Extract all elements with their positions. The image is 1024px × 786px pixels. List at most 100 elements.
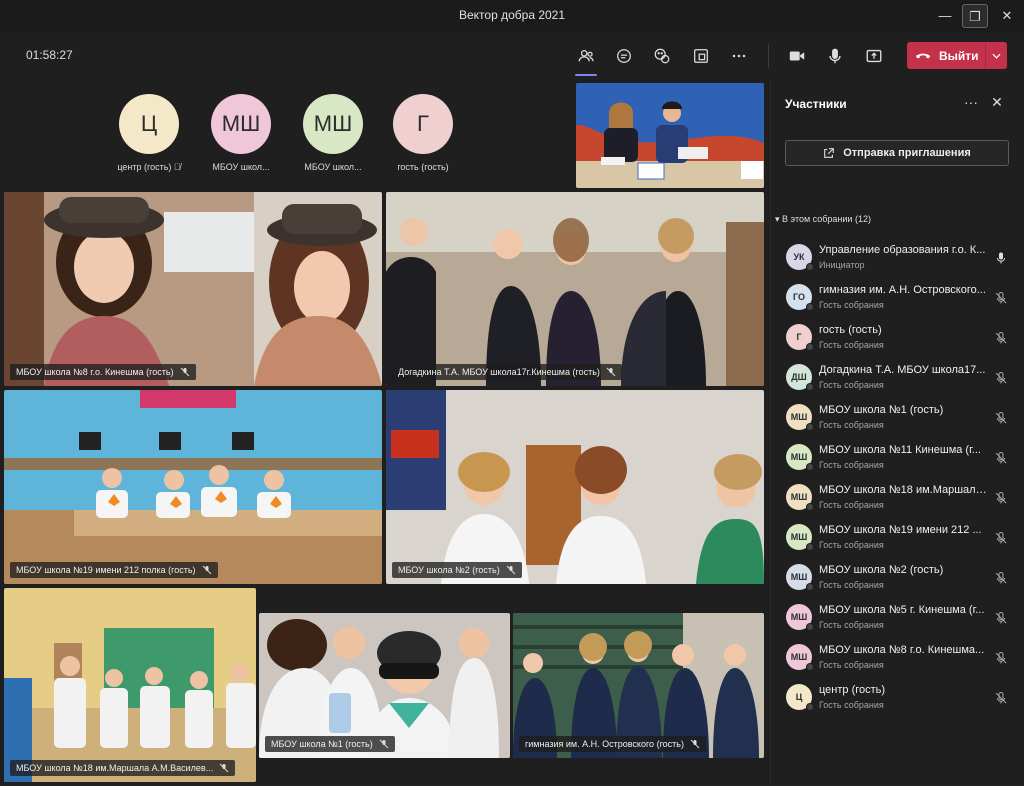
share-invite-button[interactable]: Отправка приглашения — [785, 140, 1009, 166]
meeting-timer: 01:58:27 — [26, 48, 73, 62]
caret-down-icon: ▾ — [775, 214, 780, 224]
toolbar-divider — [768, 44, 769, 68]
participant-role: Гость собрания — [819, 500, 884, 510]
minimize-icon[interactable]: — — [932, 4, 958, 28]
participant-role: Гость собрания — [819, 700, 884, 710]
video-feed — [386, 390, 764, 584]
leave-button[interactable]: Выйти — [907, 42, 1007, 69]
mic-off-icon[interactable] — [995, 371, 1007, 384]
video-tile[interactable]: Догадкина Т.А. МБОУ школа17г.Кинешма (го… — [386, 192, 764, 386]
microphone-icon[interactable] — [995, 251, 1007, 264]
spotlight-video-tile[interactable] — [576, 83, 764, 188]
mic-off-icon[interactable] — [995, 531, 1007, 544]
invite-label: Отправка приглашения — [843, 147, 971, 159]
participant-row[interactable]: МШ МБОУ школа №18 им.Маршала... Гость собр… — [771, 478, 1024, 518]
participant-name: МБОУ школа №2 (гость) — [819, 564, 944, 576]
avatar-tile[interactable]: МШ МБОУ школ... — [196, 94, 286, 172]
participant-row[interactable]: Ццентр (гость) Гость собрания — [771, 678, 1024, 718]
mic-off-icon — [180, 367, 189, 377]
mic-off-icon[interactable] — [995, 331, 1007, 344]
avatar-tile[interactable]: МШ МБОУ школ... — [288, 94, 378, 172]
avatar-tile[interactable]: Г гость (гость) — [378, 94, 468, 172]
reactions-icon[interactable] — [649, 44, 675, 68]
participant-row[interactable]: МШ МБОУ школа №19 имени 212 ... Гость собр… — [771, 518, 1024, 558]
participant-row[interactable]: МШ МБОУ школа №8 г.о. Кинешма... Гость соб… — [771, 638, 1024, 678]
participant-role: Гость собрания — [819, 380, 884, 390]
video-tile[interactable]: гимназия им. А.Н. Островского (гость) — [513, 613, 764, 758]
more-actions-icon[interactable] — [726, 44, 752, 68]
participant-name: МБОУ школа №11 Кинешма (г... — [819, 444, 981, 456]
section-header[interactable]: ▾ В этом собрании (12) — [775, 214, 871, 225]
participant-role: Гость собрания — [819, 580, 884, 590]
mic-off-icon — [219, 763, 229, 773]
participant-row[interactable]: МШ МБОУ школа №1 (гость) Гость собрания — [771, 398, 1024, 438]
participant-role: Инициатор — [819, 260, 865, 270]
participant-role: Гость собрания — [819, 460, 884, 470]
avatar: Ц — [119, 94, 179, 154]
participants-panel: Участники ··· ✕ Отправка приглашения ▾ В… — [770, 80, 1024, 786]
close-window-icon[interactable]: ✕ — [994, 4, 1020, 28]
mic-off-icon[interactable] — [995, 571, 1007, 584]
presence-indicator — [806, 383, 814, 391]
microphone-icon[interactable] — [822, 44, 848, 68]
chat-icon[interactable] — [611, 44, 637, 68]
video-tile[interactable]: МБОУ школа №18 им.Маршала А.М.Василев... — [4, 588, 256, 782]
tile-label: МБОУ школа №18 им.Маршала А.М.Василев... — [16, 763, 214, 773]
tile-label: Догадкина Т.А. МБОУ школа17г.Кинешма (го… — [398, 367, 600, 377]
participants-icon[interactable] — [573, 44, 599, 76]
presence-indicator — [806, 623, 814, 631]
video-tile[interactable]: МБОУ школа №1 (гость) — [259, 613, 510, 758]
participant-row[interactable]: МШ МБОУ школа №5 г. Кинешма (г... Гость со… — [771, 598, 1024, 638]
mic-off-icon[interactable] — [995, 691, 1007, 704]
participant-row[interactable]: Ггость (гость) Гость собрания — [771, 318, 1024, 358]
camera-icon[interactable] — [784, 44, 810, 68]
participant-row[interactable]: МШ МБОУ школа №11 Кинешма (г... Гость собр… — [771, 438, 1024, 478]
mic-off-icon[interactable] — [995, 651, 1007, 664]
participant-name: МБОУ школа №1 (гость) — [819, 404, 944, 416]
avatar: Г — [393, 94, 453, 154]
participant-row[interactable]: ДШ Догадкина Т.А. МБОУ школа17... Гость со… — [771, 358, 1024, 398]
presence-indicator — [806, 303, 814, 311]
participant-row[interactable]: МШ МБОУ школа №2 (гость) Гость собрания — [771, 558, 1024, 598]
avatar-tile[interactable]: Ц центр (гость) 🎙̸ — [104, 94, 194, 172]
tile-label: МБОУ школа №2 (гость) — [398, 565, 500, 575]
participant-name: МБОУ школа №8 г.о. Кинешма... — [819, 644, 985, 656]
participant-name: МБОУ школа №18 им.Маршала... — [819, 484, 989, 496]
tile-label: МБОУ школа №8 г.о. Кинешма (гость) — [16, 367, 174, 377]
participant-role: Гость собрания — [819, 540, 884, 550]
mic-off-icon[interactable] — [995, 411, 1007, 424]
participant-role: Гость собрания — [819, 300, 884, 310]
more-options-icon[interactable]: ··· — [961, 94, 981, 114]
video-tile[interactable]: МБОУ школа №19 имени 212 полка (гость) — [4, 390, 382, 584]
participant-row[interactable]: ГО гимназия им. А.Н. Островского... Гость … — [771, 278, 1024, 318]
video-feed — [4, 390, 382, 584]
rooms-icon[interactable] — [688, 44, 714, 68]
video-tile[interactable]: МБОУ школа №2 (гость) — [386, 390, 764, 584]
close-icon[interactable]: ✕ — [987, 94, 1007, 114]
mic-off-icon — [690, 739, 700, 749]
restore-icon[interactable]: ❐ — [962, 4, 988, 28]
presence-indicator — [806, 703, 814, 711]
panel-title: Участники — [785, 97, 847, 111]
mic-off-icon[interactable] — [995, 451, 1007, 464]
title-bar: Вектор добра 2021 — ❐ ✕ — [0, 0, 1024, 32]
participant-name: гость (гость) — [819, 324, 882, 336]
mic-off-icon[interactable] — [995, 291, 1007, 304]
mic-off-icon[interactable] — [995, 611, 1007, 624]
tile-label: гимназия им. А.Н. Островского (гость) — [525, 739, 684, 749]
leave-label: Выйти — [939, 48, 979, 63]
avatar: МШ — [303, 94, 363, 154]
avatar-name: МБОУ школ... — [212, 162, 270, 172]
chevron-down-icon[interactable] — [985, 42, 1007, 69]
share-screen-icon[interactable] — [861, 44, 887, 68]
presence-indicator — [806, 503, 814, 511]
video-tile[interactable]: МБОУ школа №8 г.о. Кинешма (гость) — [4, 192, 382, 386]
participant-name: МБОУ школа №19 имени 212 ... — [819, 524, 982, 536]
participant-role: Гость собрания — [819, 660, 884, 670]
presence-indicator — [806, 263, 814, 271]
presence-indicator — [806, 663, 814, 671]
participant-role: Гость собрания — [819, 620, 884, 630]
participant-row[interactable]: УК Управление образования г.о. К... Инициа… — [771, 238, 1024, 278]
avatar: МШ — [211, 94, 271, 154]
mic-off-icon[interactable] — [995, 491, 1007, 504]
